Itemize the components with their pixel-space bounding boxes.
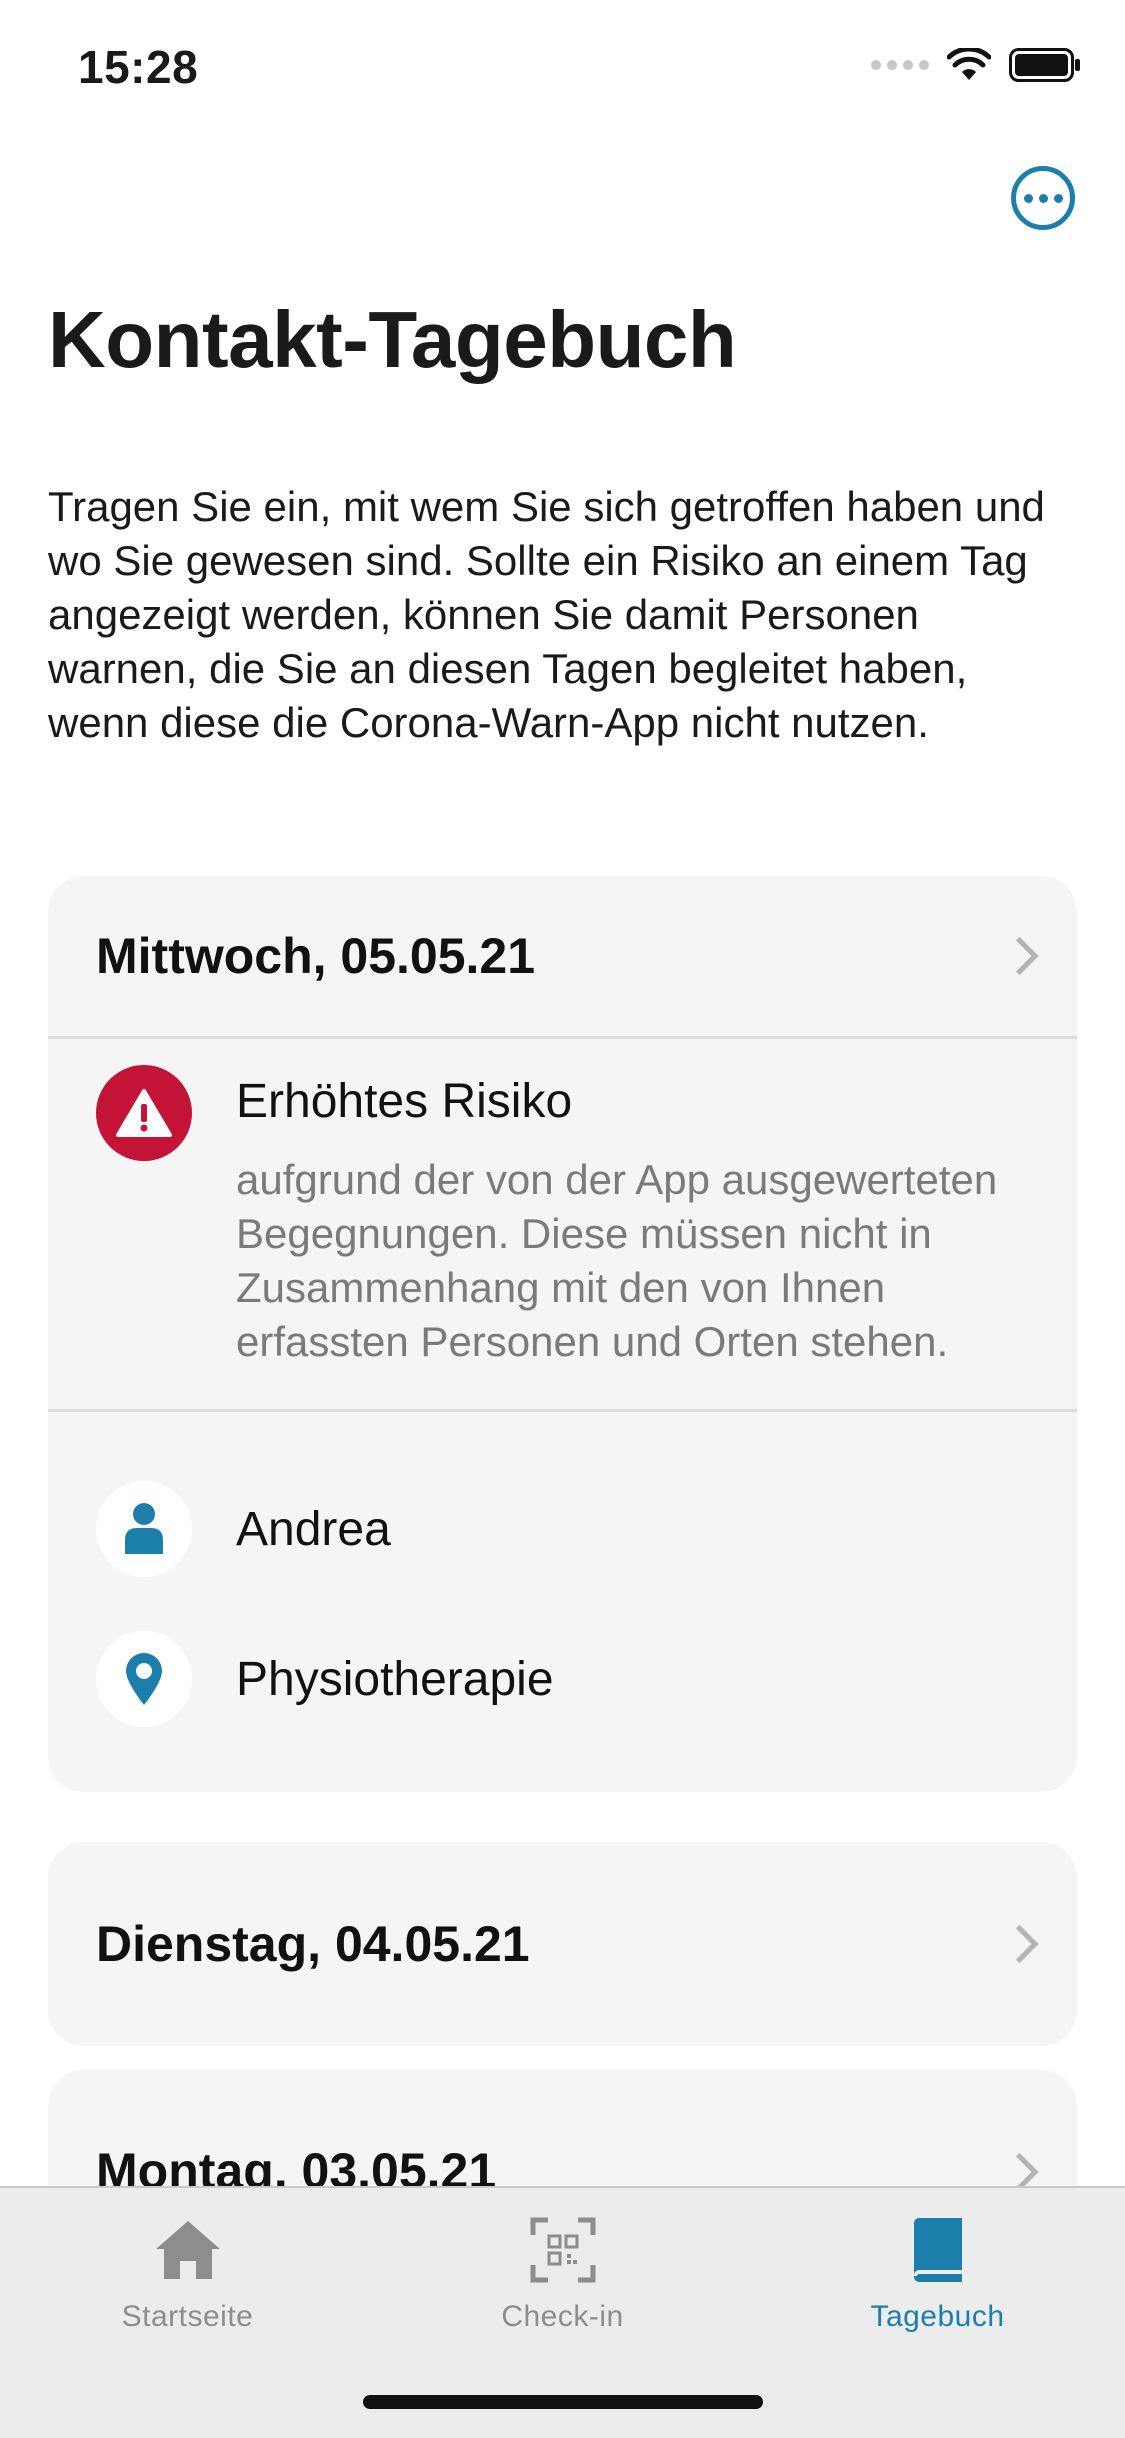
chevron-right-icon xyxy=(1000,1924,1039,1964)
status-time: 15:28 xyxy=(78,41,199,93)
page-title: Kontakt-Tagebuch xyxy=(48,295,737,384)
more-dot-icon xyxy=(1053,193,1063,203)
intro-text: Tragen Sie ein, mit wem Sie sich getroff… xyxy=(48,483,1045,746)
day-card: Mittwoch, 05.05.21 Erhöhtes Risiko aufgr… xyxy=(48,876,1077,1792)
book-icon xyxy=(898,2210,978,2290)
risk-section: Erhöhtes Risiko aufgrund der von der App… xyxy=(48,1039,1077,1409)
tab-tagebuch[interactable]: Tagebuch xyxy=(750,2210,1125,2334)
tab-label: Tagebuch xyxy=(870,2300,1005,2333)
day-title: Mittwoch, 05.05.21 xyxy=(96,928,536,984)
cellular-signal-icon xyxy=(871,60,929,70)
entry-label: Andrea xyxy=(236,1502,391,1556)
home-icon xyxy=(148,2210,228,2290)
location-pin-icon xyxy=(96,1631,192,1727)
entry-label: Physiotherapie xyxy=(236,1652,554,1706)
warning-icon xyxy=(96,1065,192,1161)
person-icon xyxy=(96,1481,192,1577)
more-dot-icon xyxy=(1023,193,1033,203)
more-options-button[interactable] xyxy=(1011,166,1075,230)
entry-location[interactable]: Physiotherapie xyxy=(48,1604,1077,1754)
day-header-button[interactable]: Mittwoch, 05.05.21 xyxy=(48,876,1077,1036)
risk-description: aufgrund der von der App ausgewerteten B… xyxy=(236,1156,998,1365)
entry-person[interactable]: Andrea xyxy=(48,1454,1077,1604)
entry-list: Andrea Physiotherapie xyxy=(48,1412,1077,1792)
chevron-right-icon xyxy=(1000,936,1039,976)
home-indicator[interactable] xyxy=(363,2395,763,2409)
risk-title: Erhöhtes Risiko xyxy=(236,1075,573,1128)
status-icons xyxy=(871,48,1081,82)
day-title: Dienstag, 04.05.21 xyxy=(96,1916,530,1972)
tab-startseite[interactable]: Startseite xyxy=(0,2210,375,2334)
wifi-icon xyxy=(947,48,991,80)
battery-icon xyxy=(1009,48,1080,82)
status-bar: 15:28 xyxy=(0,0,1125,132)
tab-label: Startseite xyxy=(121,2300,254,2333)
day-header-button[interactable]: Dienstag, 04.05.21 xyxy=(48,1842,1077,2046)
more-dot-icon xyxy=(1038,193,1048,203)
tab-check-in[interactable]: Check-in xyxy=(375,2210,750,2334)
tab-label: Check-in xyxy=(501,2300,624,2333)
day-card: Dienstag, 04.05.21 xyxy=(48,1842,1077,2046)
qr-code-icon xyxy=(523,2210,603,2290)
